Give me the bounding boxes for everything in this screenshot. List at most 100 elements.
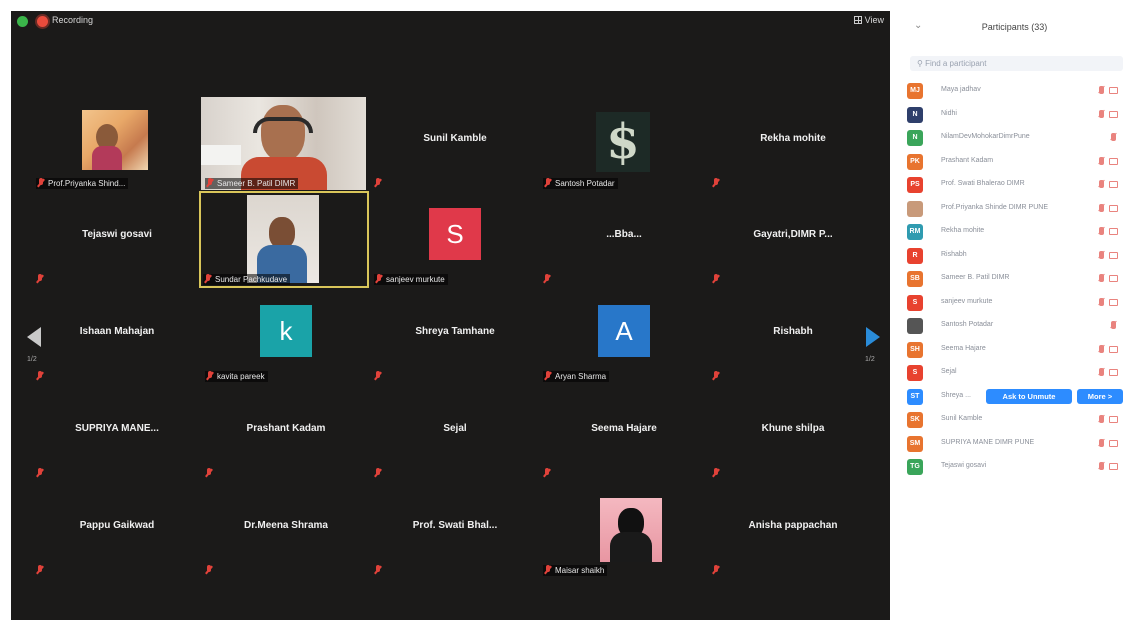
participant-search-input[interactable]: ⚲ Find a participant — [910, 56, 1123, 71]
video-tile[interactable]: $ Santosh Potadar — [539, 97, 709, 192]
participant-row[interactable]: SB Sameer B. Patil DIMR — [898, 268, 1131, 292]
video-tile[interactable]: Pappu Gaikwad — [32, 484, 202, 579]
muted-mic-icon — [712, 178, 720, 188]
muted-mic-icon — [374, 468, 382, 478]
participant-name-label: Maisar shaikh — [543, 565, 608, 576]
muted-mic-icon — [712, 371, 720, 381]
video-tile[interactable]: Khune shilpa — [708, 387, 878, 482]
video-gallery: Recording View Prof.Priyanka Shind... Sa… — [11, 11, 890, 620]
video-tile[interactable]: Sunil Kamble — [370, 97, 540, 192]
active-speaker-tile[interactable]: Sundar Pachkudave — [199, 191, 369, 288]
video-tile[interactable]: Dr.Meena Shrama — [201, 484, 371, 579]
participant-name: Nidhi — [941, 109, 957, 117]
ask-to-unmute-button[interactable]: Ask to Unmute — [986, 388, 1072, 404]
participant-name: Prof. Swati Bhalerao DIMR — [941, 180, 1025, 187]
security-shield-icon[interactable] — [17, 16, 28, 27]
muted-mic-icon[interactable] — [1099, 86, 1104, 94]
participant-name-label: Santosh Potadar — [543, 178, 618, 189]
more-button[interactable]: More > — [1077, 388, 1123, 404]
muted-mic-icon[interactable] — [1099, 156, 1104, 165]
participant-row[interactable]: SH Seema Hajare — [898, 339, 1131, 363]
muted-mic-icon[interactable] — [1099, 180, 1104, 188]
video-tile[interactable]: ...Bba... — [539, 193, 709, 288]
video-tile[interactable]: Prof. Swati Bhal... — [370, 484, 540, 579]
muted-mic-icon[interactable] — [1099, 203, 1104, 212]
next-page-arrow-icon[interactable] — [866, 327, 880, 347]
participant-row[interactable]: ST Shreya ... Ask to Unmute More > — [898, 386, 1131, 410]
video-tile[interactable]: Rekha mohite — [708, 97, 878, 192]
video-off-icon — [1109, 345, 1118, 353]
video-tile[interactable]: Rishabh — [708, 290, 878, 385]
view-button[interactable]: View — [853, 15, 884, 25]
video-tile[interactable]: Maisar shaikh — [539, 484, 709, 579]
video-tile[interactable]: Shreya Tamhane — [370, 290, 540, 385]
muted-mic-icon[interactable] — [1099, 415, 1104, 423]
participant-row[interactable]: Prof.Priyanka Shinde DIMR PUNE — [898, 198, 1131, 222]
muted-mic-icon — [206, 178, 214, 188]
muted-mic-icon[interactable] — [1099, 250, 1104, 259]
video-tile[interactable]: Ishaan Mahajan — [32, 290, 202, 385]
video-tile[interactable]: Anisha pappachan — [708, 484, 878, 579]
participant-row[interactable]: TG Tejaswi gosavi — [898, 456, 1131, 480]
video-tile[interactable]: Tejaswi gosavi — [32, 193, 202, 288]
recording-icon — [37, 16, 48, 27]
video-tile[interactable]: A Aryan Sharma — [539, 290, 709, 385]
participant-row[interactable]: S Sejal — [898, 362, 1131, 386]
video-tile[interactable]: Seema Hajare — [539, 387, 709, 482]
muted-mic-icon — [36, 468, 44, 478]
participant-name: SUPRIYA MANE DIMR PUNE — [941, 438, 1035, 446]
muted-mic-icon — [374, 371, 382, 381]
participant-row[interactable]: MJ Maya jadhav — [898, 80, 1131, 104]
participant-row[interactable]: Santosh Potadar — [898, 315, 1131, 339]
muted-mic-icon[interactable] — [1099, 109, 1104, 118]
participant-row[interactable]: PK Prashant Kadam — [898, 151, 1131, 175]
muted-mic-icon — [543, 274, 551, 284]
participant-avatar: N — [907, 106, 923, 123]
participant-avatar: PK — [907, 153, 923, 170]
participant-name: Prashant Kadam — [941, 156, 994, 164]
video-tile[interactable]: Gayatri,DIMR P... — [708, 193, 878, 288]
participant-row[interactable]: SK Sunil Kamble — [898, 409, 1131, 433]
participant-name: Tejaswi gosavi — [941, 462, 987, 469]
participant-name: Prashant Kadam — [246, 423, 326, 434]
participant-avatar: RM — [907, 224, 923, 240]
participant-name-label: kavita pareek — [205, 371, 268, 382]
video-off-icon — [1109, 251, 1118, 259]
video-tile[interactable]: Sejal — [370, 387, 540, 482]
participant-avatar: S — [907, 365, 923, 381]
page-indicator-right: 1/2 — [865, 356, 875, 363]
video-tile[interactable]: S sanjeev murkute — [370, 193, 540, 288]
participant-list: MJ Maya jadhav N Nidhi N NilamDevMohokarDimrP… — [898, 80, 1131, 480]
muted-mic-icon[interactable] — [1099, 368, 1104, 376]
video-off-icon — [1109, 416, 1118, 423]
video-tile[interactable]: Sameer B. Patil DIMR — [201, 97, 371, 192]
muted-mic-icon[interactable] — [1099, 274, 1104, 282]
video-tile[interactable]: Prof.Priyanka Shind... — [32, 97, 202, 192]
muted-mic-icon[interactable] — [1099, 462, 1104, 470]
participant-row[interactable]: RM Rekha mohite — [898, 221, 1131, 245]
muted-mic-icon[interactable] — [1099, 344, 1104, 353]
video-tile[interactable]: SUPRIYA MANE... — [32, 387, 202, 482]
participant-row[interactable]: N NilamDevMohokarDimrPune — [898, 127, 1131, 151]
participant-row[interactable]: N Nidhi — [898, 104, 1131, 128]
muted-mic-icon[interactable] — [1099, 227, 1104, 235]
participant-status-icons — [1095, 274, 1121, 284]
participant-status-icons — [1095, 415, 1121, 425]
participant-row[interactable]: R Rishabh — [898, 245, 1131, 269]
muted-mic-icon[interactable] — [1099, 297, 1104, 306]
search-placeholder: Find a participant — [925, 59, 987, 68]
muted-mic-icon — [544, 371, 552, 381]
video-off-icon — [1109, 228, 1118, 235]
video-tile[interactable]: Prashant Kadam — [201, 387, 371, 482]
participant-row[interactable]: PS Prof. Swati Bhalerao DIMR — [898, 174, 1131, 198]
muted-mic-icon — [712, 274, 720, 284]
muted-mic-icon[interactable] — [1111, 133, 1116, 141]
previous-page-arrow-icon[interactable] — [27, 327, 41, 347]
video-tile[interactable]: k kavita pareek — [201, 290, 371, 385]
muted-mic-icon — [712, 468, 720, 478]
recording-label: Recording — [52, 15, 94, 25]
muted-mic-icon[interactable] — [1099, 438, 1104, 447]
participant-row[interactable]: Ssanjeev murkute — [898, 292, 1131, 316]
participant-row[interactable]: SM SUPRIYA MANE DIMR PUNE — [898, 433, 1131, 457]
muted-mic-icon[interactable] — [1111, 321, 1116, 329]
